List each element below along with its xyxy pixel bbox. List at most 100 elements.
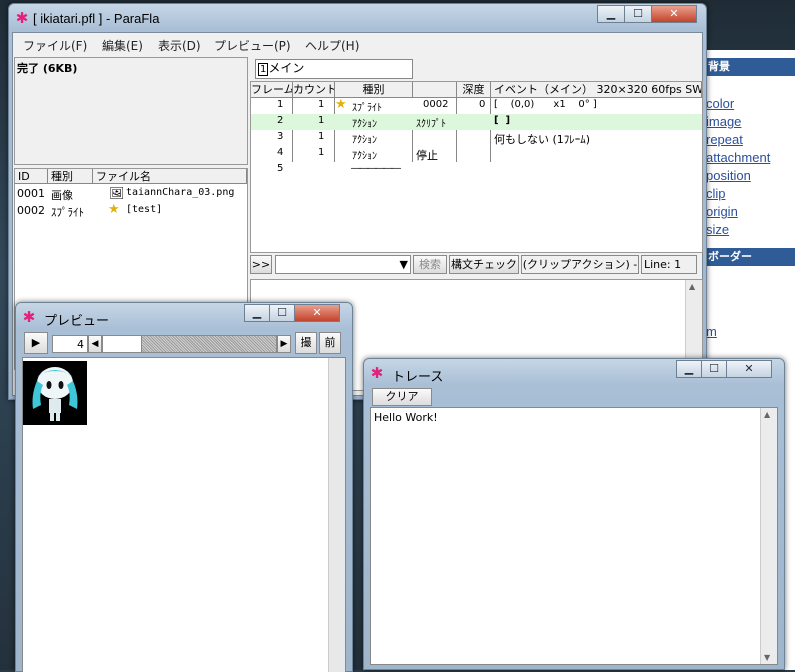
scroll-down-icon[interactable]: ▼ (764, 653, 770, 662)
trace-output[interactable]: Hello Work! ▲ ▼ (370, 407, 778, 665)
background-link[interactable]: position (706, 168, 751, 183)
background-link[interactable]: m (706, 324, 717, 339)
preview-canvas[interactable] (22, 357, 346, 672)
library-header-kind[interactable]: 種別 (48, 169, 93, 184)
background-link[interactable]: origin (706, 204, 738, 219)
status-box: 完了 (6KB) (14, 57, 248, 165)
preview-window-title: プレビュー (44, 313, 110, 328)
clip-action-label: (クリップアクション) - (521, 255, 639, 274)
search-button[interactable]: 検索 (413, 255, 447, 274)
event-cell: [ (0,0) x1 0° ] (494, 99, 597, 110)
close-button[interactable]: ✕ (726, 360, 772, 378)
background-link[interactable]: size (706, 222, 729, 237)
character-sprite (23, 361, 87, 425)
maximize-button[interactable]: ☐ (269, 304, 295, 322)
trace-scrollbar[interactable]: ▲ ▼ (760, 408, 777, 664)
library-header-filename[interactable]: ファイル名 (93, 169, 247, 184)
sub-cell: ｽｸﾘﾌﾟﾄ (416, 119, 446, 130)
background-link[interactable]: clip (706, 186, 726, 201)
close-button[interactable]: ✕ (294, 304, 340, 322)
parafla-app-icon: ✱ (15, 9, 29, 27)
background-link[interactable]: color (706, 96, 734, 111)
image-file-icon: 🖼 (109, 186, 125, 200)
background-heading: ボーダー (700, 248, 795, 266)
timeline-grid: フレーム カウント 種別 深度 イベント（メイン） 320×320 60fps … (250, 81, 703, 253)
background-link[interactable]: repeat (706, 132, 743, 147)
library-cell-kind: 画像 (51, 189, 73, 202)
frame-cell: 5 (277, 163, 284, 174)
background-heading: 背景 (700, 58, 795, 76)
line-indicator: Line: 1 (641, 255, 697, 274)
main-window-title: [ ikiatari.pfl ] - ParaFla (33, 11, 160, 26)
timeline-row-selected[interactable]: 2 1 ｱｸｼｮﾝ ｽｸﾘﾌﾟﾄ [ ] (251, 114, 702, 130)
maximize-button[interactable]: ☐ (624, 5, 652, 23)
kind-cell: ｽﾌﾟﾗｲﾄ (352, 103, 382, 114)
chevron-down-icon: ▼ (399, 258, 408, 271)
library-cell-id: 0002 (17, 204, 45, 217)
previous-button[interactable]: 前 (319, 332, 341, 354)
event-cell: 何もしない (1ﾌﾚｰﾑ) (494, 133, 591, 146)
library-cell-kind: ｽﾌﾟﾗｲﾄ (51, 206, 84, 219)
search-combo[interactable]: ▼ (275, 255, 411, 274)
menu-preview[interactable]: プレビュー(P) (214, 37, 291, 54)
menu-bar: ファイル(F) 編集(E) 表示(D) プレビュー(P) ヘルプ(H) (13, 33, 702, 55)
menu-view[interactable]: 表示(D) (158, 37, 201, 54)
play-icon[interactable]: ▶ (24, 332, 48, 354)
frame-cell: 2 (277, 115, 284, 126)
preview-toolbar: ▶ 4 ◀ ▶ 撮 前 (22, 332, 344, 354)
timeline-header-kind[interactable]: 種別 (335, 82, 413, 98)
timeline-header-depth[interactable]: 深度 (457, 82, 491, 98)
seek-right-icon[interactable]: ▶ (277, 335, 291, 353)
timeline-row[interactable]: 3 1 ｱｸｼｮﾝ 何もしない (1ﾌﾚｰﾑ) (251, 130, 702, 146)
minimize-button[interactable]: ▁ (676, 360, 702, 378)
maximize-button[interactable]: ☐ (701, 360, 727, 378)
seek-left-icon[interactable]: ◀ (88, 335, 102, 353)
scene-number: 1 (258, 63, 269, 76)
timeline-row[interactable]: 4 1 ｱｸｼｮﾝ 停止 (251, 146, 702, 162)
kind-cell: ｱｸｼｮﾝ (352, 151, 377, 162)
code-toolbar: >> ▼ 検索 構文チェック (クリップアクション) - Line: 1 (250, 255, 701, 275)
close-button[interactable]: ✕ (651, 5, 697, 23)
scroll-up-icon[interactable]: ▲ (689, 282, 695, 291)
sub-cell: 0002 (423, 99, 449, 110)
scene-tab-label: メイン (268, 61, 305, 75)
sprite-star-icon: ★ (108, 202, 120, 217)
syntax-check-button[interactable]: 構文チェック (449, 255, 519, 274)
library-cell-filename: [test] (126, 204, 163, 215)
trace-output-text: Hello Work! (374, 411, 438, 424)
frame-cell: 3 (277, 131, 284, 142)
parafla-app-icon: ✱ (370, 364, 384, 382)
timeline-header-event[interactable]: イベント（メイン） 320×320 60fps SWF6 (491, 82, 702, 98)
timeline-header-count[interactable]: カウント (293, 82, 335, 98)
slider-thumb[interactable] (103, 336, 142, 352)
tab-scene-main[interactable]: 1 メイン (255, 59, 413, 79)
count-cell: 1 (318, 131, 325, 142)
background-link[interactable]: image (706, 114, 741, 129)
timeline-header-sub[interactable] (413, 82, 457, 98)
capture-button[interactable]: 撮 (295, 332, 317, 354)
timeline-header-frame[interactable]: フレーム (251, 82, 293, 98)
kind-cell: ｱｸｼｮﾝ (352, 119, 377, 130)
trace-window: ✱ トレース ▁ ☐ ✕ クリア Hello Work! ▲ ▼ (363, 358, 785, 670)
menu-edit[interactable]: 編集(E) (102, 37, 143, 54)
kind-cell-empty: ―――――― (351, 163, 401, 174)
scroll-up-icon[interactable]: ▲ (764, 410, 770, 419)
preview-scrollbar[interactable] (328, 358, 345, 672)
menu-help[interactable]: ヘルプ(H) (305, 37, 359, 54)
depth-cell: 0 (479, 99, 486, 110)
library-header-id[interactable]: ID (15, 169, 48, 184)
timeline-row[interactable]: 1 1 ★ ｽﾌﾟﾗｲﾄ 0002 0 [ (0,0) x1 0° ] (251, 97, 702, 114)
background-link[interactable]: attachment (706, 150, 770, 165)
timeline-row[interactable]: 5 ―――――― (251, 162, 702, 178)
count-cell: 1 (318, 99, 325, 110)
sprite-star-icon: ★ (335, 97, 347, 112)
minimize-button[interactable]: ▁ (244, 304, 270, 322)
status-text: 完了 (6KB) (17, 62, 78, 75)
minimize-button[interactable]: ▁ (597, 5, 625, 23)
preview-window: ✱ プレビュー ▁ ☐ ✕ ▶ 4 ◀ ▶ 撮 前 (15, 302, 353, 672)
frame-cell: 4 (277, 147, 284, 158)
menu-file[interactable]: ファイル(F) (23, 37, 87, 54)
frame-slider[interactable] (102, 335, 277, 353)
clear-button[interactable]: クリア (372, 388, 432, 406)
expand-button[interactable]: >> (250, 255, 272, 274)
